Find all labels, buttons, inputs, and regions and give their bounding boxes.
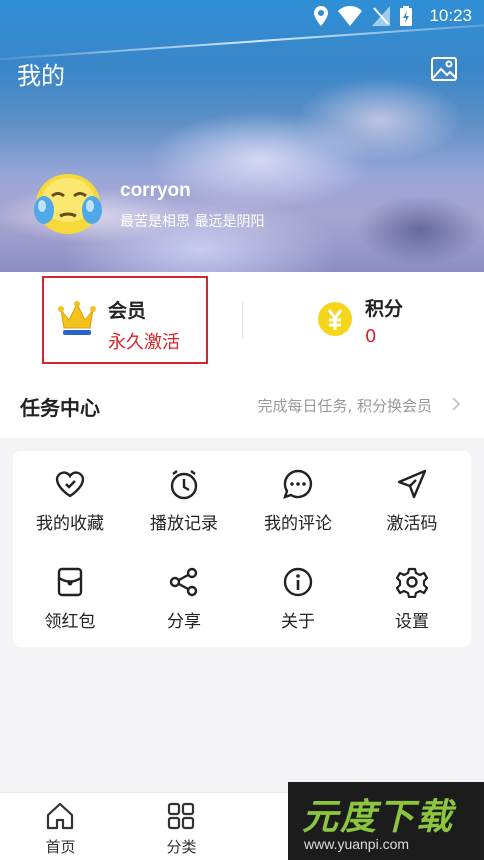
crying-emoji-avatar: [34, 174, 102, 234]
grid-label: 关于: [281, 612, 315, 632]
grid-item-share[interactable]: 分享: [127, 549, 241, 639]
nav-label: 分类: [166, 838, 197, 856]
home-icon: [46, 802, 74, 830]
status-bar: 10:23: [0, 0, 484, 32]
image-icon: [431, 57, 457, 81]
function-grid: 我的收藏 播放记录 我的评论 激活码 领红包 分享 关于 设置: [13, 451, 471, 647]
share-icon: [169, 567, 198, 597]
chevron-right-icon: [452, 397, 461, 411]
grid-label: 播放记录: [150, 514, 218, 534]
task-center-title: 任务中心: [20, 396, 100, 420]
no-signal-icon: [372, 6, 390, 26]
divider: [242, 302, 243, 338]
status-time: 10:23: [429, 6, 472, 25]
membership-button[interactable]: 会员 永久激活: [42, 276, 208, 364]
location-icon: [314, 6, 328, 26]
grid-item-activation-code[interactable]: 激活码: [355, 451, 469, 541]
red-envelope-icon: [57, 567, 83, 597]
points-button[interactable]: 积分 0: [300, 278, 460, 362]
grid-label: 我的评论: [264, 514, 332, 534]
info-icon: [283, 567, 313, 597]
nav-item-category[interactable]: 分类: [121, 793, 242, 860]
membership-points-row: 会员 永久激活 积分 0: [0, 272, 484, 382]
membership-label: 会员: [108, 300, 147, 322]
gear-icon: [396, 567, 428, 598]
send-icon: [397, 469, 427, 499]
grid-item-about[interactable]: 关于: [241, 549, 355, 639]
grid-label: 设置: [395, 612, 429, 632]
yen-coin-icon: [318, 302, 352, 336]
grid-item-my-comments[interactable]: 我的评论: [241, 451, 355, 541]
page-title: 我的: [17, 62, 65, 90]
user-signature: 最苦是相思 最远是阴阳: [120, 214, 265, 230]
grid-item-play-history[interactable]: 播放记录: [127, 451, 241, 541]
avatar[interactable]: [30, 170, 104, 240]
grid-label: 领红包: [44, 612, 96, 632]
username: corryon: [120, 180, 191, 201]
grid-label: 激活码: [386, 514, 438, 534]
heart-icon: [55, 471, 85, 498]
battery-icon: [400, 6, 412, 26]
watermark: 元度下载 www.yuanpi.com: [288, 782, 484, 860]
grid-item-settings[interactable]: 设置: [355, 549, 469, 639]
comment-icon: [283, 469, 313, 499]
watermark-url: www.yuanpi.com: [304, 836, 410, 852]
category-icon: [167, 802, 195, 830]
status-icons: [314, 6, 412, 26]
nav-label: 首页: [45, 838, 76, 856]
clock-icon: [170, 470, 198, 500]
wifi-icon: [338, 6, 362, 26]
change-background-button[interactable]: [430, 56, 458, 82]
grid-item-red-envelope[interactable]: 领红包: [13, 549, 127, 639]
points-label: 积分: [365, 298, 404, 320]
nav-item-home[interactable]: 首页: [0, 793, 121, 860]
membership-status: 永久激活: [108, 332, 180, 353]
watermark-logo: 元度下载: [302, 797, 455, 838]
grid-item-favorites[interactable]: 我的收藏: [13, 451, 127, 541]
crown-icon: [58, 301, 96, 335]
points-value: 0: [365, 326, 377, 347]
grid-label: 分享: [167, 612, 201, 632]
task-center-hint: 完成每日任务, 积分换会员: [257, 397, 432, 415]
grid-label: 我的收藏: [36, 514, 104, 534]
task-center-row[interactable]: 任务中心 完成每日任务, 积分换会员: [0, 382, 484, 438]
